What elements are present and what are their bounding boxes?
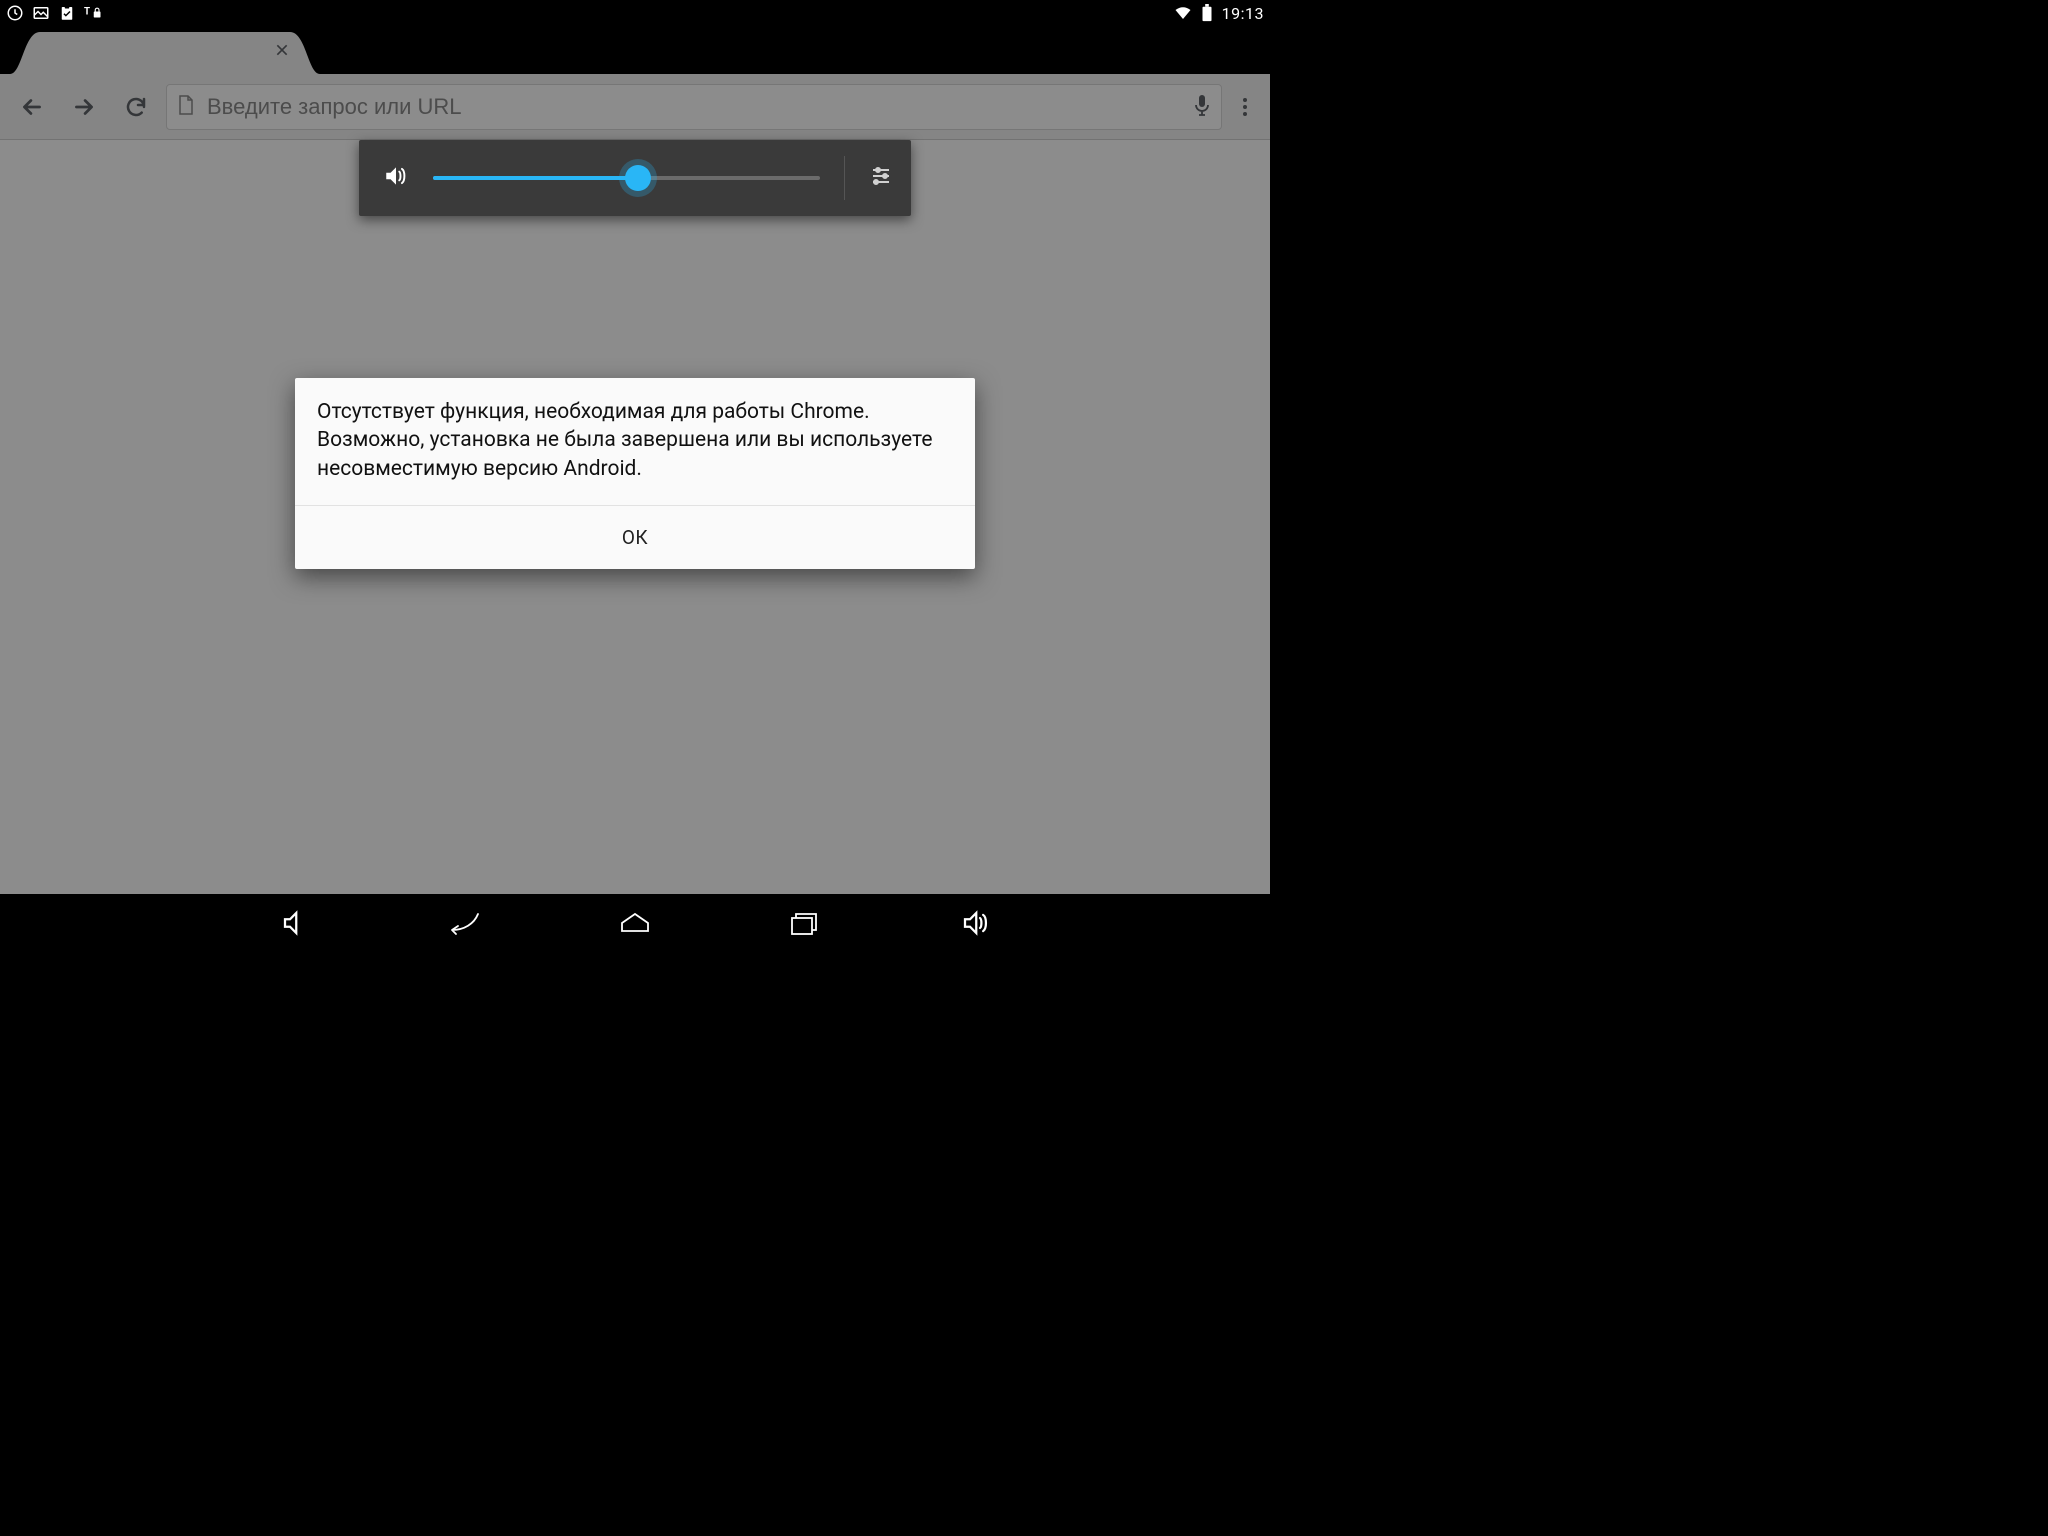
wifi-icon xyxy=(1174,4,1192,22)
volume-panel xyxy=(359,140,911,216)
nav-home-button[interactable] xyxy=(615,903,655,943)
svg-text:T: T xyxy=(84,7,90,18)
dialog-message: Отсутствует функция, необходимая для раб… xyxy=(295,378,975,506)
volume-up-button[interactable] xyxy=(955,903,995,943)
nav-back-button[interactable] xyxy=(445,903,485,943)
ok-button[interactable]: ОК xyxy=(602,522,668,553)
nav-recent-button[interactable] xyxy=(785,903,825,943)
volume-slider[interactable] xyxy=(433,176,820,180)
system-navbar xyxy=(0,894,1270,952)
text-lock-icon: T xyxy=(84,4,102,22)
speaker-icon xyxy=(383,163,409,193)
update-icon xyxy=(6,4,24,22)
image-icon xyxy=(32,4,50,22)
error-dialog: Отсутствует функция, необходимая для раб… xyxy=(295,378,975,569)
volume-down-button[interactable] xyxy=(275,903,315,943)
clipboard-check-icon xyxy=(58,4,76,22)
battery-full-icon xyxy=(1198,4,1216,22)
status-time: 19:13 xyxy=(1222,4,1264,23)
volume-settings-button[interactable] xyxy=(869,164,893,192)
divider xyxy=(844,156,845,200)
status-bar: T 19:13 xyxy=(0,0,1270,26)
